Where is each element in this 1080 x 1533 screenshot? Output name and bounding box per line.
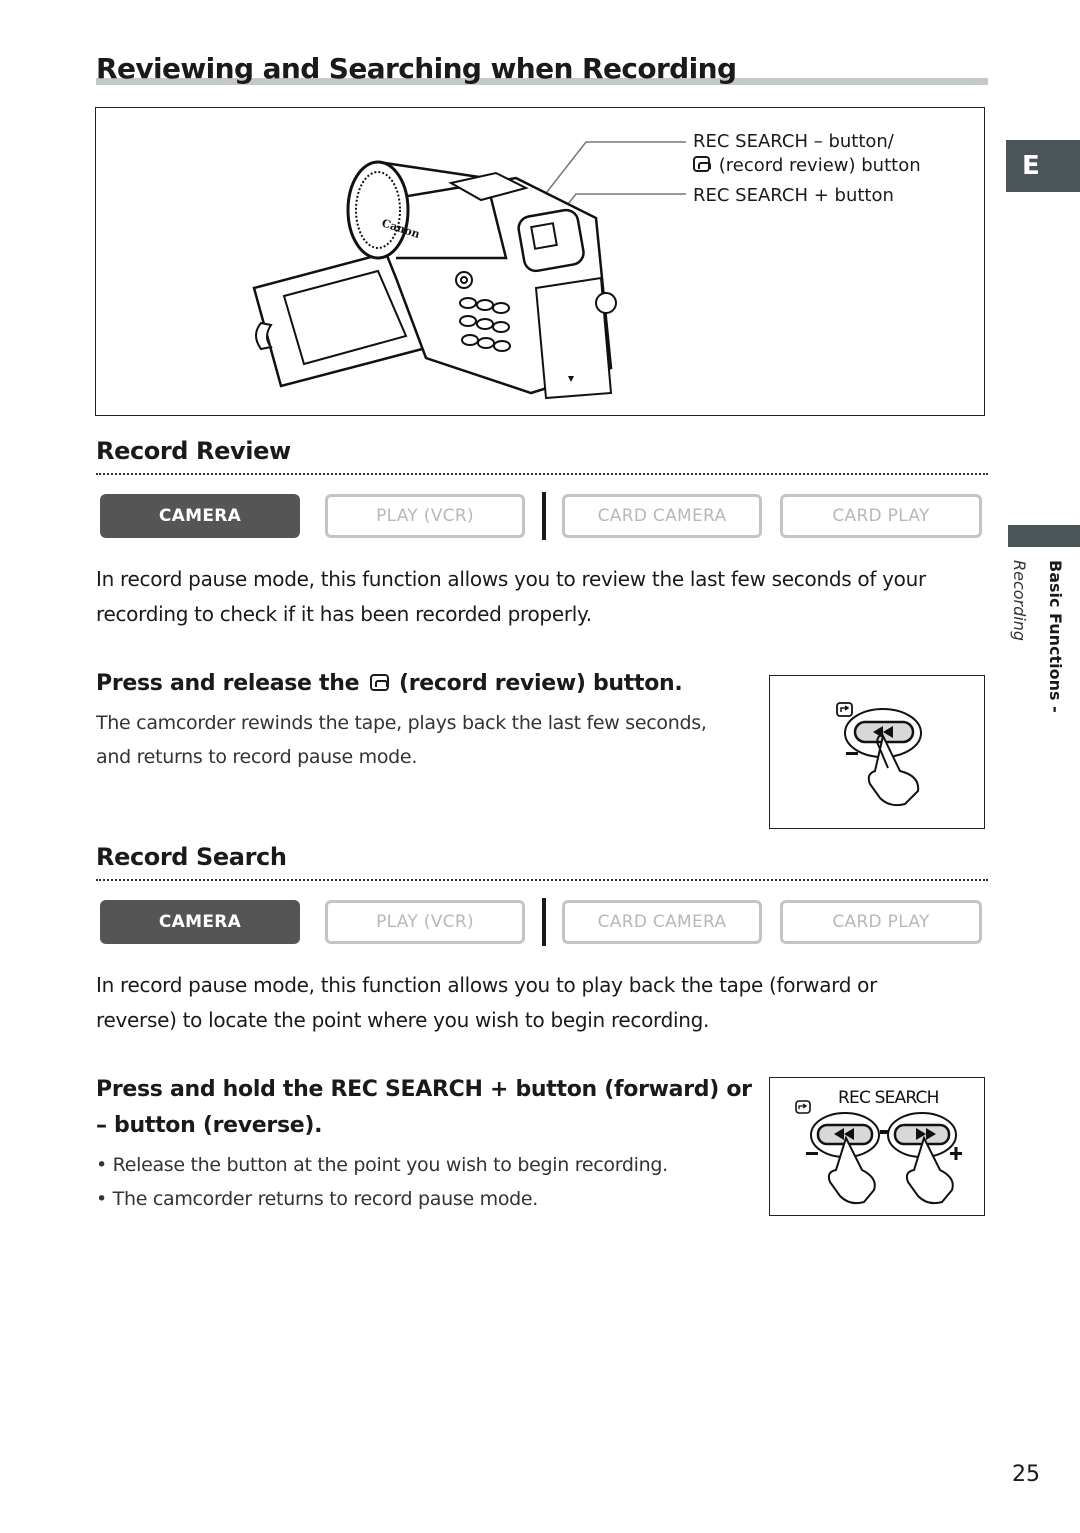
record-search-bullet-2: • The camcorder returns to record pause … <box>96 1188 539 1210</box>
mode-card-play: CARD PLAY <box>780 900 982 944</box>
section-tab-marker <box>1008 525 1080 547</box>
record-review-mode-row: CAMERA PLAY (VCR) CARD CAMERA CARD PLAY <box>100 492 982 540</box>
section-side-label: Basic Functions - Recording <box>1008 560 1078 730</box>
callout-record-review-text: (record review) button <box>718 155 921 176</box>
mode-card-play: CARD PLAY <box>780 494 982 538</box>
mode-camera: CAMERA <box>100 900 300 944</box>
mode-separator <box>542 492 546 540</box>
step-heading-post: (record review) button. <box>398 671 683 696</box>
mode-separator <box>542 898 546 946</box>
mode-card-camera: CARD CAMERA <box>562 900 762 944</box>
mode-play-vcr: PLAY (VCR) <box>325 900 525 944</box>
record-review-icon <box>369 674 389 691</box>
record-search-description: In record pause mode, this function allo… <box>96 973 878 1032</box>
record-search-step-heading: Press and hold the REC SEARCH + button (… <box>96 1077 752 1138</box>
rec-search-label: REC SEARCH <box>838 1088 939 1108</box>
rewind-button-press-icon <box>836 702 922 807</box>
section-name: Basic Functions - <box>1046 560 1065 713</box>
callout-rec-search-minus: REC SEARCH – button/ <box>693 131 894 152</box>
record-search-mode-row: CAMERA PLAY (VCR) CARD CAMERA CARD PLAY <box>100 898 982 946</box>
record-review-heading: Record Review <box>96 437 291 465</box>
page-title: Reviewing and Searching when Recording <box>96 52 737 85</box>
record-review-step-text: The camcorder rewinds the tape, plays ba… <box>96 712 707 768</box>
record-review-divider <box>96 473 988 475</box>
subsection-name: Recording <box>1010 560 1029 642</box>
record-review-step-heading: Press and release the (record review) bu… <box>96 666 683 702</box>
record-search-bullet-1: • Release the button at the point you wi… <box>96 1154 668 1176</box>
record-review-illustration <box>769 675 985 829</box>
language-tab: E <box>1006 140 1080 192</box>
record-review-description: In record pause mode, this function allo… <box>96 567 926 626</box>
page-title-block: Reviewing and Searching when Recording <box>96 52 988 92</box>
record-search-heading: Record Search <box>96 843 287 871</box>
mode-play-vcr: PLAY (VCR) <box>325 494 525 538</box>
record-search-divider <box>96 879 988 881</box>
step-heading-pre: Press and release the <box>96 671 360 696</box>
callout-record-review: (record review) button <box>693 154 921 178</box>
mode-card-camera: CARD CAMERA <box>562 494 762 538</box>
mode-camera: CAMERA <box>100 494 300 538</box>
camcorder-figure: Canon REC SEARCH – button/ (record revie… <box>95 107 985 416</box>
page-number: 25 <box>1012 1462 1040 1487</box>
record-search-illustration: REC SEARCH <box>769 1077 985 1216</box>
rec-search-buttons-press-icon: REC SEARCH <box>795 1088 962 1205</box>
callout-rec-search-plus: REC SEARCH + button <box>693 185 894 206</box>
record-review-icon <box>693 156 711 172</box>
